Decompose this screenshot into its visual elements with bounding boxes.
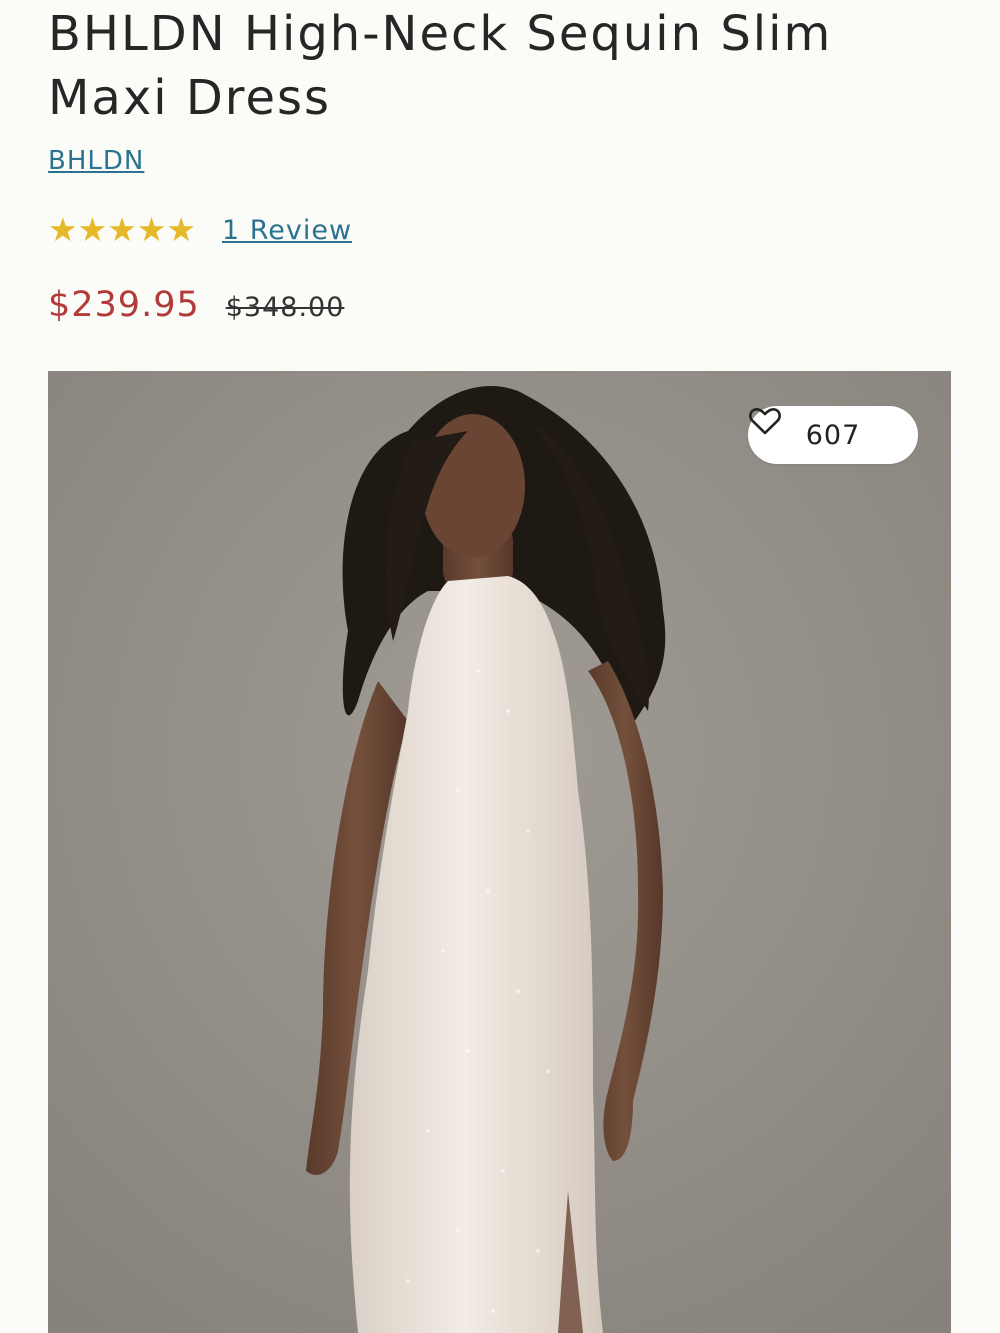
favorite-button[interactable]: 607 [748,406,918,464]
star-icon: ★ [166,210,196,249]
product-title: BHLDN High-Neck Sequin Slim Maxi Dress [48,6,833,126]
product-image[interactable]: 607 [48,371,951,1333]
rating-row: ★ ★ ★ ★ ★ 1 Review [48,212,352,248]
star-icon: ★ [107,210,137,249]
star-icon: ★ [48,210,78,249]
star-icon: ★ [136,210,167,249]
star-rating: ★ ★ ★ ★ ★ [48,212,196,248]
favorites-count: 607 [805,419,861,451]
heart-outline-icon [749,407,781,435]
star-icon: ★ [77,210,108,249]
reviews-link[interactable]: 1 Review [222,215,352,246]
product-header: BHLDN High-Neck Sequin Slim Maxi Dress [48,0,960,130]
price-row: $239.95 $348.00 [48,285,344,325]
model-photo [48,371,951,1333]
original-price: $348.00 [225,292,345,323]
sale-price: $239.95 [48,285,200,325]
brand-link[interactable]: BHLDN [48,146,144,176]
